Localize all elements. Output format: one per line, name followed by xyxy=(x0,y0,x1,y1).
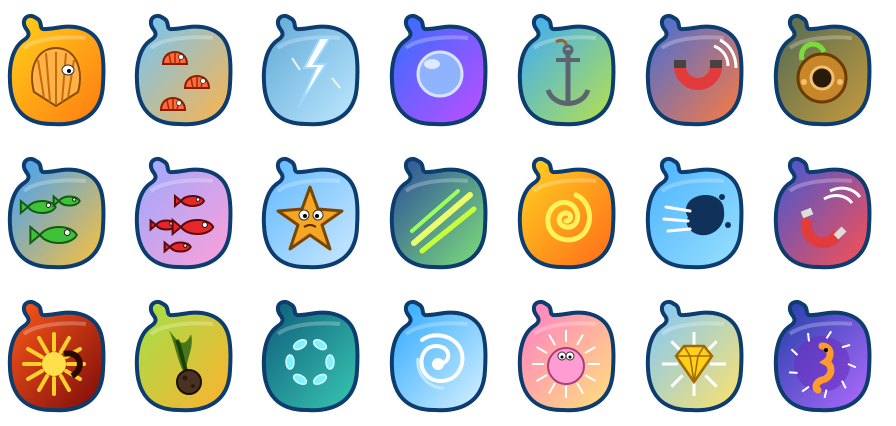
powerup-tile[interactable] xyxy=(6,151,106,270)
powerup-tile[interactable] xyxy=(644,294,744,413)
powerup-tile[interactable] xyxy=(133,8,233,127)
powerup-tile[interactable] xyxy=(6,8,106,127)
powerup-icon-sheet xyxy=(0,0,896,426)
powerup-tile[interactable] xyxy=(644,8,744,127)
powerup-tile[interactable] xyxy=(6,294,106,413)
whirlpool-icon xyxy=(389,299,488,413)
powerup-tile[interactable] xyxy=(133,151,233,270)
green-fish-school-icon xyxy=(7,156,106,270)
golden-gem-icon xyxy=(645,299,744,413)
scallop-shell-icon xyxy=(7,13,106,127)
powerup-tile[interactable] xyxy=(772,294,872,413)
yellow-spiral-icon xyxy=(517,156,616,270)
powerup-tile[interactable] xyxy=(260,294,360,413)
magnet-pull-icon xyxy=(773,156,872,270)
powerup-tile[interactable] xyxy=(516,8,616,127)
powerup-tile[interactable] xyxy=(516,151,616,270)
diving-helmet-icon xyxy=(773,13,872,127)
pink-puffer-icon xyxy=(517,299,616,413)
speed-streaks-icon xyxy=(389,156,488,270)
powerup-tile[interactable] xyxy=(133,294,233,413)
powerup-tile[interactable] xyxy=(516,294,616,413)
electric-seahorse-icon xyxy=(773,299,872,413)
powerup-tile[interactable] xyxy=(772,8,872,127)
ring-of-water-icon xyxy=(261,299,360,413)
anchor-icon xyxy=(517,13,616,127)
sunburst-icon xyxy=(7,299,106,413)
red-fish-school-icon xyxy=(134,156,233,270)
powerup-tile[interactable] xyxy=(260,151,360,270)
powerup-tile[interactable] xyxy=(772,151,872,270)
powerup-tile[interactable] xyxy=(644,151,744,270)
angry-starfish-icon xyxy=(261,156,360,270)
ink-splash-wave-icon xyxy=(645,156,744,270)
lightning-bolt-icon xyxy=(261,13,360,127)
powerup-tile[interactable] xyxy=(388,8,488,127)
bubble-sphere-icon xyxy=(389,13,488,127)
flaming-meteor-icon xyxy=(134,299,233,413)
horseshoe-magnet-icon xyxy=(645,13,744,127)
powerup-tile[interactable] xyxy=(260,8,360,127)
three-red-shells-icon xyxy=(134,13,233,127)
powerup-tile[interactable] xyxy=(388,151,488,270)
powerup-tile[interactable] xyxy=(388,294,488,413)
